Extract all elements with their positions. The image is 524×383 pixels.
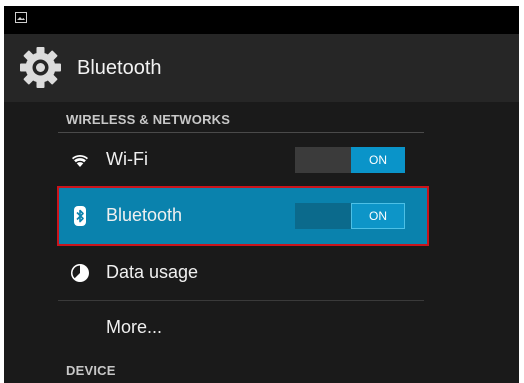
action-bar: Bluetooth xyxy=(4,34,519,102)
picture-icon xyxy=(15,12,27,23)
data-usage-label: Data usage xyxy=(106,262,199,282)
toggle-on-label: ON xyxy=(351,147,405,173)
page-title: Bluetooth xyxy=(77,57,162,79)
more-label: More... xyxy=(106,317,163,337)
wifi-row[interactable]: Wi-Fi ON xyxy=(58,133,424,187)
data-usage-row[interactable]: Data usage xyxy=(58,246,424,300)
bluetooth-toggle[interactable]: ON xyxy=(295,203,405,229)
more-row[interactable]: More... xyxy=(58,301,424,355)
gear-icon[interactable] xyxy=(18,45,63,90)
bluetooth-row[interactable]: Bluetooth ON xyxy=(57,186,429,246)
toggle-on-label: ON xyxy=(351,203,405,229)
pie-chart-icon xyxy=(71,264,89,282)
wifi-label: Wi-Fi xyxy=(106,149,148,169)
section-header-device: DEVICE xyxy=(66,363,116,378)
status-bar xyxy=(4,6,519,34)
section-header-wireless: WIRELESS & NETWORKS xyxy=(66,112,231,127)
bluetooth-icon xyxy=(74,206,86,226)
wifi-icon xyxy=(72,154,88,167)
wifi-toggle[interactable]: ON xyxy=(295,147,405,173)
settings-screen: Bluetooth WIRELESS & NETWORKS Wi-Fi ON B… xyxy=(4,6,519,383)
bluetooth-label: Bluetooth xyxy=(106,205,183,225)
